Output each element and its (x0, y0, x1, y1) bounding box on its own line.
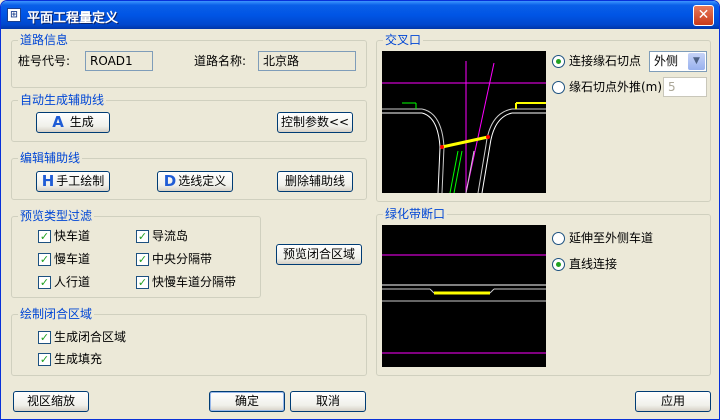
green-belt-drawing (382, 254, 546, 354)
checkbox: ✓ (38, 276, 51, 289)
road-name-field[interactable]: 北京路 (258, 51, 356, 71)
curb-curve (477, 108, 513, 194)
radio-circle (552, 258, 565, 271)
cancel-button[interactable]: 取消 (290, 391, 366, 412)
checkbox: ✓ (38, 253, 51, 266)
radio-circle (552, 232, 565, 245)
select-line-button[interactable]: D 选线定义 (157, 171, 233, 192)
draw-closed-group: 绘制闭合区域 ✓ 生成闭合区域 ✓ 生成填充 (11, 307, 367, 376)
belt-edge-line (489, 288, 495, 294)
delete-aux-button[interactable]: 删除辅助线 (277, 171, 353, 192)
select-line-label: 选线定义 (178, 174, 227, 188)
green-belt-preview (382, 225, 546, 367)
manual-h-icon: H (41, 172, 55, 190)
select-d-icon: D (163, 172, 177, 190)
intersection-preview (382, 51, 546, 194)
radio-dot (556, 262, 561, 267)
generate-button[interactable]: A 生成 (36, 112, 110, 133)
chevron-down-icon: ▼ (688, 53, 705, 70)
green-belt-title: 绿化带断口 (383, 207, 448, 221)
dialog-window: ⊞ 平面工程量定义 ✕ 道路信息 桩号代号: ROAD1 道路名称: 北京路 自… (0, 0, 720, 420)
auto-generate-title: 自动生成辅助线 (18, 93, 107, 107)
connect-line (441, 135, 489, 149)
title-bar[interactable]: ⊞ 平面工程量定义 ✕ (1, 1, 719, 29)
road-info-group: 道路信息 桩号代号: ROAD1 道路名称: 北京路 (11, 33, 367, 88)
apply-button[interactable]: 应用 (635, 391, 711, 412)
intersection-title: 交叉口 (383, 33, 424, 47)
intersection-drawing (382, 61, 546, 194)
preview-filter-title: 预览类型过滤 (18, 209, 95, 223)
checkbox: ✓ (38, 331, 51, 344)
checkbox: ✓ (38, 353, 51, 366)
radio-circle (552, 81, 565, 94)
generate-button-label: 生成 (69, 115, 94, 129)
intersection-group: 交叉口 连接缘石切点 外侧 ▼ 缘石切点外推(m) 5 (376, 33, 711, 202)
pile-code-label: 桩号代号: (18, 54, 71, 68)
preview-closed-region-button[interactable]: 预览闭合区域 (276, 244, 362, 265)
road-name-label: 道路名称: (194, 54, 247, 68)
window-title: 平面工程量定义 (27, 11, 119, 26)
belt-edge-line (429, 288, 435, 294)
offset-field[interactable]: 5 (663, 77, 707, 97)
lane-line (453, 150, 463, 194)
tangent-point (440, 145, 444, 149)
checkbox: ✓ (136, 230, 149, 243)
manual-draw-label: 手工绘制 (56, 174, 105, 188)
road-info-title: 道路信息 (18, 33, 71, 47)
close-icon: ✕ (697, 7, 710, 23)
control-params-button[interactable]: 控制参数<< (277, 112, 353, 133)
pile-code-field[interactable]: ROAD1 (85, 51, 153, 71)
close-button[interactable]: ✕ (693, 5, 714, 26)
auto-generate-group: 自动生成辅助线 A 生成 控制参数<< (11, 93, 367, 142)
draw-closed-title: 绘制闭合区域 (18, 307, 95, 321)
tangent-point (486, 135, 490, 139)
generate-a-icon: A (52, 113, 64, 131)
checkbox: ✓ (38, 230, 51, 243)
side-select[interactable]: 外侧 ▼ (649, 51, 707, 72)
radio-circle (552, 55, 565, 68)
lane-line (465, 150, 475, 194)
radio-dot (556, 59, 561, 64)
ok-button[interactable]: 确定 (209, 391, 285, 412)
edit-aux-group: 编辑辅助线 H 手工绘制 D 选线定义 删除辅助线 (11, 151, 367, 200)
app-icon: ⊞ (7, 8, 21, 22)
checkbox: ✓ (136, 253, 149, 266)
curb-curve (481, 112, 513, 194)
checkbox: ✓ (136, 276, 149, 289)
manual-draw-button[interactable]: H 手工绘制 (36, 171, 110, 192)
curb-curve (421, 112, 441, 194)
preview-filter-group: 预览类型过滤 ✓ 快车道 ✓ 导流岛 ✓ 慢车道 ✓ 中央分隔带 ✓ 人行道 ✓ 快慢车道分… (11, 209, 261, 298)
zoom-view-button[interactable]: 视区缩放 (13, 391, 89, 412)
edit-aux-title: 编辑辅助线 (18, 151, 83, 165)
green-belt-group: 绿化带断口 延伸至外侧车道 直线连接 (376, 207, 711, 376)
lane-line (449, 150, 459, 194)
